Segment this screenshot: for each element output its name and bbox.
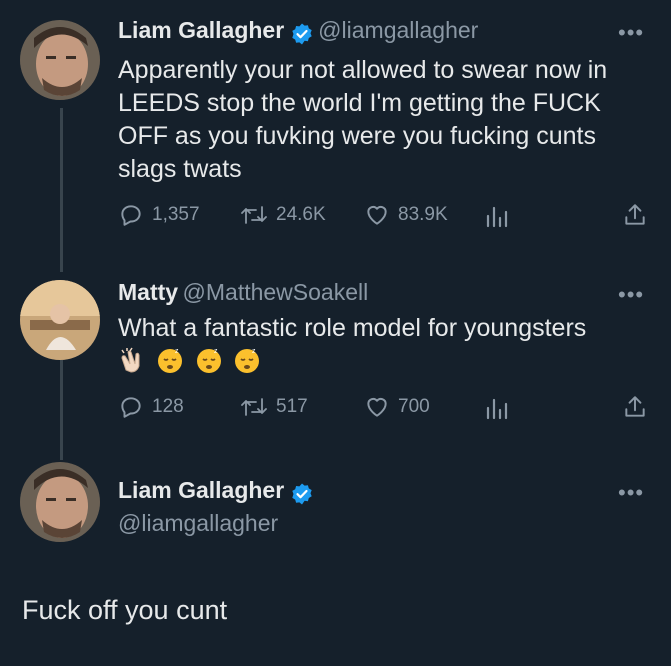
bar-chart-icon: [486, 206, 508, 228]
retweet-count: 24.6K: [276, 204, 326, 225]
reply-button[interactable]: 1,357: [118, 202, 200, 228]
views-button[interactable]: [485, 204, 511, 233]
author-name[interactable]: Liam Gallagher: [118, 477, 284, 503]
avatar[interactable]: [20, 280, 100, 360]
bar-chart-icon: [486, 398, 508, 420]
emoji-row: z z z: [118, 346, 267, 374]
more-options-button[interactable]: •••: [618, 480, 644, 506]
views-button[interactable]: [485, 396, 511, 425]
verified-badge-icon: [290, 482, 314, 506]
author-handle[interactable]: @liamgallagher: [118, 510, 278, 537]
like-count: 700: [398, 396, 430, 417]
author-handle[interactable]: @MatthewSoakell: [183, 279, 369, 305]
svg-text:z: z: [214, 348, 218, 355]
tweet-header: Matty @MatthewSoakell: [118, 279, 368, 306]
avatar[interactable]: [20, 462, 100, 542]
like-button[interactable]: 83.9K: [364, 202, 448, 228]
tweet-text: What a fantastic role model for youngste…: [118, 314, 587, 342]
heart-icon: [367, 205, 387, 225]
sleeping-face-icon: z: [158, 348, 183, 373]
thread-line: [60, 108, 63, 272]
author-name[interactable]: Matty: [118, 279, 178, 305]
clapping-hands-icon: [121, 347, 140, 373]
share-icon: [625, 204, 645, 225]
sleeping-face-icon: z: [196, 348, 221, 373]
verified-badge-icon: [290, 22, 314, 46]
more-options-button[interactable]: •••: [618, 282, 644, 308]
share-button[interactable]: [622, 394, 648, 425]
reply-count: 128: [152, 396, 184, 417]
tweet-text: Apparently your not allowed to swear now…: [118, 56, 608, 183]
retweet-button[interactable]: 517: [240, 394, 308, 420]
svg-text:z: z: [175, 348, 179, 355]
author-name[interactable]: Liam Gallagher: [118, 17, 284, 43]
sleeping-face-icon: z: [235, 348, 260, 373]
retweet-button[interactable]: 24.6K: [240, 202, 326, 228]
reply-button[interactable]: 128: [118, 394, 184, 420]
retweet-icon: [241, 206, 267, 224]
more-options-button[interactable]: •••: [618, 20, 644, 46]
thread-line: [60, 360, 63, 460]
reply-icon: [121, 397, 141, 418]
reply-count: 1,357: [152, 204, 200, 225]
heart-icon: [367, 397, 387, 417]
tweet-header: Liam Gallagher: [118, 477, 318, 506]
tweet-text: Fuck off you cunt: [22, 595, 228, 625]
tweet-header: Liam Gallagher @liamgallagher: [118, 17, 478, 46]
share-icon: [625, 396, 645, 417]
retweet-count: 517: [276, 396, 308, 417]
avatar[interactable]: [20, 20, 100, 100]
share-button[interactable]: [622, 202, 648, 233]
like-button[interactable]: 700: [364, 394, 430, 420]
svg-text:z: z: [252, 348, 256, 355]
reply-icon: [121, 205, 141, 226]
author-handle[interactable]: @liamgallagher: [318, 17, 478, 43]
like-count: 83.9K: [398, 204, 448, 225]
retweet-icon: [241, 398, 267, 416]
